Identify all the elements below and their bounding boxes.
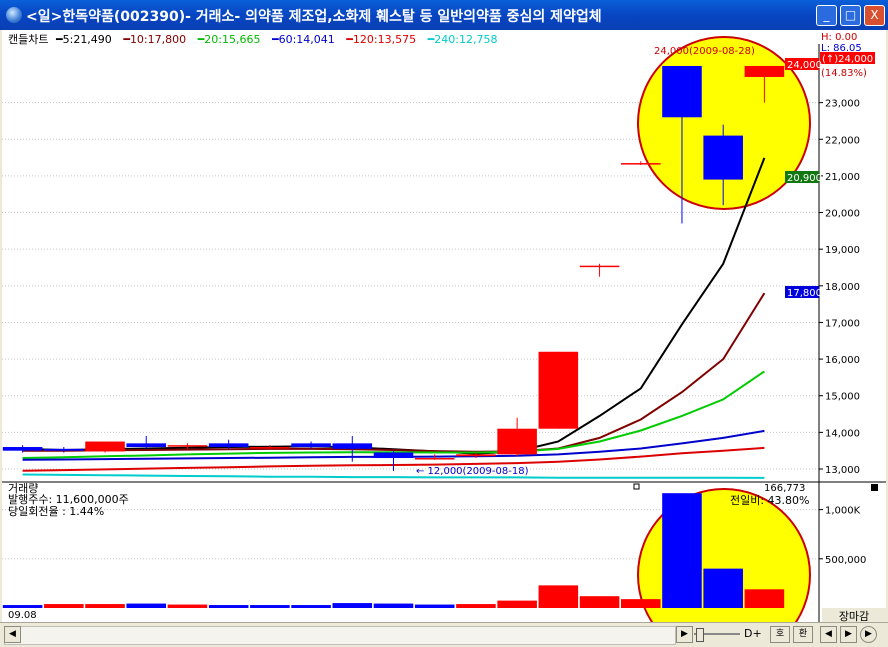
price-tick-label: 15,000 xyxy=(825,392,860,403)
price-axis: 23,000 22,000 21,000 20,000 19,000 18,000 17,0… xyxy=(819,99,860,476)
volume-tick-label: 1,000K xyxy=(825,506,861,517)
volume-bar xyxy=(414,604,455,608)
price-highlight-circle xyxy=(637,36,811,210)
ring-button[interactable]: 환 xyxy=(793,626,813,643)
price-tick-label: 19,000 xyxy=(825,245,860,256)
volume-bar xyxy=(85,604,125,608)
price-tick-label: 23,000 xyxy=(825,99,860,110)
candle-body xyxy=(538,351,579,429)
chart-svg[interactable]: 23,000 22,000 21,000 20,000 19,000 18,000 17,0… xyxy=(2,30,886,622)
volume-bar xyxy=(2,605,43,608)
bottom-toolbar: 09.08 ◀ ▶ D+ 호 환 ◀ ▶ ▶ xyxy=(0,610,888,647)
candle-body xyxy=(662,65,702,118)
volume-bar xyxy=(579,596,620,608)
price-tick-label: 17,000 xyxy=(825,318,860,329)
candle-body xyxy=(579,265,620,268)
tag-last: 24,000 xyxy=(787,60,822,71)
volume-bar xyxy=(744,589,785,608)
zoom-slider[interactable] xyxy=(694,628,740,642)
candle-body xyxy=(291,443,331,448)
volume-bar xyxy=(332,603,373,608)
minimize-button[interactable]: _ xyxy=(816,5,837,26)
price-highlight xyxy=(637,36,811,210)
price-tick-label: 18,000 xyxy=(825,282,860,293)
volume-bar xyxy=(538,585,579,608)
volume-bar xyxy=(373,603,414,608)
volume-bar xyxy=(126,603,167,608)
candle-body xyxy=(373,452,414,459)
candle-body xyxy=(167,445,208,447)
close-button[interactable]: X xyxy=(864,5,885,26)
volume-bar xyxy=(208,605,249,608)
market-close-label: 장마감 xyxy=(822,608,886,623)
volume-bar xyxy=(497,600,537,608)
volume-axis: 1,000K 500,000 xyxy=(819,506,866,566)
ma-line-ma10 xyxy=(22,292,766,453)
tag-ma5: 20,900 xyxy=(787,173,822,184)
date-label: 09.08 xyxy=(8,610,37,621)
ma-lines xyxy=(22,157,766,479)
next-button[interactable]: ▶ xyxy=(840,626,857,643)
candle-body xyxy=(456,454,496,457)
turnover-rate: 당일회전율 : 1.44% xyxy=(8,504,104,518)
ma-line-ma240 xyxy=(22,473,765,479)
candle-body xyxy=(497,428,537,455)
chart-area[interactable]: 캔들차트 ━5:21,490 ━10:17,800 ━20:15,665 ━60… xyxy=(2,30,886,622)
volume-bar xyxy=(44,604,84,608)
d-plus-label[interactable]: D+ xyxy=(744,627,762,640)
volume-bar xyxy=(456,604,496,608)
last-price-badge: (↑)24,000 xyxy=(822,54,873,65)
volume-top-value: 166,773 xyxy=(764,483,805,494)
price-tick-label: 16,000 xyxy=(825,355,860,366)
app-globe-icon xyxy=(6,7,22,23)
ho-button[interactable]: 호 xyxy=(770,626,790,643)
horizontal-scrollbar[interactable]: ◀ xyxy=(4,626,676,645)
candle-body xyxy=(703,135,743,180)
candle-body xyxy=(620,163,661,165)
price-tick-label: 22,000 xyxy=(825,135,860,146)
volume-bar xyxy=(291,605,331,608)
ma-line-ma5 xyxy=(22,157,766,455)
candle-body xyxy=(2,447,43,451)
maximize-button[interactable]: □ xyxy=(840,5,861,26)
prev-day-ratio: 전일비: 43.80% xyxy=(730,493,810,507)
candle-body xyxy=(44,448,84,451)
candle-body xyxy=(414,458,455,460)
volume-bar xyxy=(167,604,208,608)
candle-body xyxy=(250,447,290,449)
title-bar: <일>한독약품(002390)- 거래소- 의약품 제조업,소화제 훼스탈 등 … xyxy=(0,0,888,30)
volume-bar xyxy=(662,493,702,608)
price-tick-label: 14,000 xyxy=(825,428,860,439)
volume-bars xyxy=(2,493,785,608)
play-button[interactable]: ▶ xyxy=(860,626,877,643)
candle-body xyxy=(126,443,167,448)
volume-bar xyxy=(620,599,661,608)
scroll-right-button[interactable]: ▶ xyxy=(676,626,693,643)
price-tick-label: 13,000 xyxy=(825,465,860,476)
candle-body xyxy=(744,65,785,77)
volume-bar xyxy=(703,568,743,608)
price-tick-label: 20,000 xyxy=(825,209,860,220)
low-annotation: ← 12,000(2009-08-18) xyxy=(416,466,529,477)
change-pct: (14.83%) xyxy=(821,68,867,79)
panel-toggle-icon[interactable] xyxy=(633,483,640,490)
high-label: H: 0.00 xyxy=(821,32,857,43)
panel-close-icon[interactable] xyxy=(871,484,878,491)
volume-tick-label: 500,000 xyxy=(825,555,866,566)
first-button[interactable]: ◀ xyxy=(820,626,837,643)
high-annotation: 24,000(2009-08-28) xyxy=(654,46,755,57)
candle-body xyxy=(332,443,373,449)
scroll-left-button[interactable]: ◀ xyxy=(4,626,21,643)
tag-ma10: 17,800 xyxy=(787,288,822,299)
price-tick-label: 21,000 xyxy=(825,172,860,183)
window-title: <일>한독약품(002390)- 거래소- 의약품 제조업,소화제 훼스탈 등 … xyxy=(26,9,602,25)
candle-body xyxy=(85,441,125,452)
volume-bar xyxy=(250,605,290,608)
candle-body xyxy=(208,443,249,448)
